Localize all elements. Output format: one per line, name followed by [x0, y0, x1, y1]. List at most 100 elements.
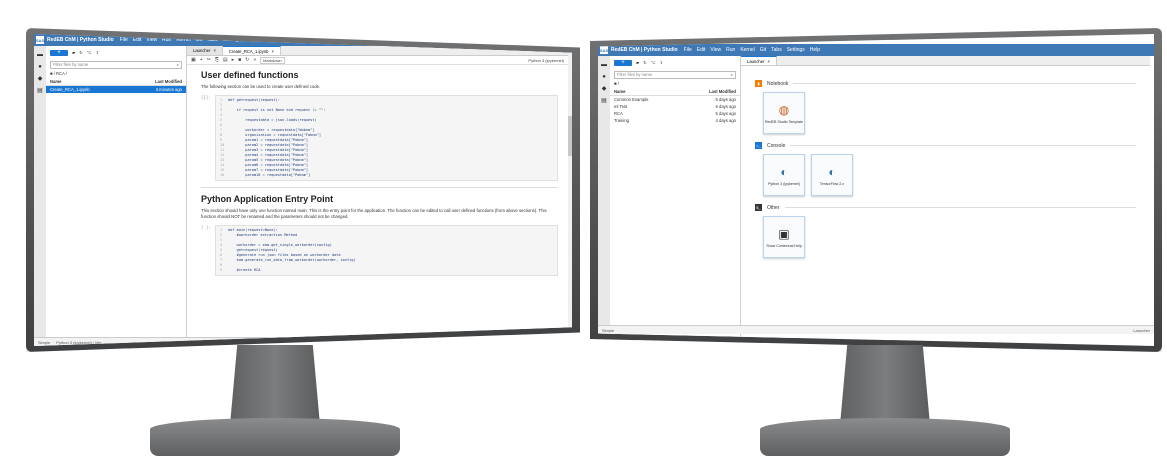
git-clone-icon[interactable]: ⌥ [651, 60, 656, 65]
kernel-name[interactable]: Python 3 (ipykernel) [528, 58, 564, 63]
upload-icon[interactable]: ⇪ [660, 60, 664, 65]
folder-modified: 6 days ago [715, 97, 737, 102]
folder-modified: 4 days ago [715, 118, 737, 123]
code-cell-1[interactable]: [1]: 1 def getrequest(request): 2 3 if requ… [201, 95, 558, 181]
search-icon: ⌕ [176, 62, 179, 67]
folder-row[interactable]: Common Example 6 days ago [610, 96, 740, 103]
folder-row[interactable]: RCA 6 days ago [610, 110, 740, 117]
line-text: #workorder extraction Method [228, 233, 298, 237]
new-folder-icon[interactable]: ▰ [636, 60, 639, 65]
folder-row[interactable]: Training 4 days ago [610, 117, 740, 124]
tab-launcher[interactable]: Launcher × [187, 46, 223, 55]
git-icon[interactable]: ◆ [37, 76, 43, 82]
git-icon[interactable]: ◆ [601, 86, 607, 92]
python-console-card[interactable]: ◐ Python 3 (ipykernel) [763, 154, 805, 196]
line-text: param6 = requestdata["Pobnm"] [228, 163, 309, 167]
tab-notebook[interactable]: Create_RCA_1.ipynb × [222, 46, 281, 55]
menu-edit[interactable]: Edit [133, 37, 142, 43]
file-row[interactable]: Create_RCA_1.ipynb 3 minutes ago [46, 86, 186, 93]
right-monitor-neck [840, 345, 930, 425]
running-icon[interactable]: ● [37, 64, 43, 70]
kernel-status: Python 3 (ipykernel) | Idle [56, 339, 102, 345]
refresh-icon[interactable]: ↻ [79, 50, 83, 55]
menu-settings[interactable]: Settings [787, 47, 805, 53]
tab-launcher[interactable]: Launcher × [741, 56, 777, 65]
notebook-section-label: Notebook [767, 80, 789, 87]
paste-icon[interactable]: ▤ [223, 57, 228, 63]
folder-icon[interactable]: ▬ [601, 62, 607, 68]
name-column-header[interactable]: Name [614, 89, 625, 94]
file-filter-input[interactable]: Filter files by name ⌕ [614, 71, 736, 79]
scrollbar-thumb[interactable] [568, 116, 572, 156]
breadcrumb[interactable]: ■ / RCA / [50, 71, 182, 76]
tensorflow-console-card[interactable]: ◐ TensorFlow 2.x [811, 154, 853, 196]
line-text: def main(request=None): [228, 228, 278, 232]
menu-file[interactable]: File [684, 47, 692, 53]
menu-view[interactable]: View [710, 47, 721, 53]
extension-icon[interactable]: ▤ [37, 88, 43, 94]
folder-row[interactable]: ml Test 6 days ago [610, 103, 740, 110]
menu-run[interactable]: Run [726, 47, 735, 53]
name-column-header[interactable]: Name [50, 79, 61, 84]
copy-icon[interactable]: ⎘ [215, 57, 219, 63]
status-file-name: Create_RCA_1.ipynb [530, 339, 568, 345]
launcher-panel: Launcher × ▮ Notebook ◍ RedEB Studio Temp… [741, 56, 1150, 338]
cell-type-select[interactable]: Markdown [260, 56, 285, 64]
file-name: Create_RCA_1.ipynb [50, 87, 90, 92]
code-editor[interactable]: 1 def main(request=None): 2 #workorder ext… [215, 225, 558, 276]
add-cell-icon[interactable]: + [200, 57, 203, 63]
card-label: TensorFlow 2.x [819, 181, 845, 186]
fast-forward-icon[interactable]: » [253, 57, 256, 63]
folder-icon[interactable]: ▬ [37, 52, 43, 58]
line-number: 16 [220, 173, 225, 177]
new-launcher-button[interactable]: + [614, 59, 632, 66]
simple-mode-toggle[interactable]: Simple [602, 328, 614, 333]
modified-column-header[interactable]: Last Modified [709, 89, 736, 94]
tab-notebook-label: Create_RCA_1.ipynb [228, 48, 269, 54]
upload-icon[interactable]: ⇪ [96, 50, 100, 55]
running-icon[interactable]: ● [601, 74, 607, 80]
code-cell-2[interactable]: [ ]: 1 def main(request=None): 2 #workorde… [201, 225, 558, 276]
restart-icon[interactable]: ↻ [245, 57, 249, 63]
cut-icon[interactable]: ✂ [207, 57, 211, 63]
launcher: ▮ Notebook ◍ RedEB Studio Template >_ Co… [741, 66, 1150, 268]
close-icon[interactable]: × [213, 48, 215, 53]
new-launcher-button[interactable]: + [50, 49, 68, 56]
code-line: 9 #create RCA [220, 268, 553, 273]
file-modified: 3 minutes ago [155, 87, 182, 92]
menu-tabs[interactable]: Tabs [771, 47, 782, 53]
menu-help[interactable]: Help [810, 47, 820, 53]
close-icon[interactable]: × [767, 59, 769, 64]
scrollbar[interactable] [568, 46, 572, 338]
menu-kernel[interactable]: Kernel [740, 47, 754, 53]
new-folder-icon[interactable]: ▰ [72, 50, 75, 55]
extension-icon[interactable]: ▤ [601, 98, 607, 104]
modified-column-header[interactable]: Last Modified [155, 79, 182, 84]
menu-edit[interactable]: Edit [697, 47, 706, 53]
python-icon: ◐ [828, 164, 836, 179]
contextual-help-card[interactable]: ▣ Show Contextual Help [763, 216, 805, 258]
code-editor[interactable]: 1 def getrequest(request): 2 3 if request i… [215, 95, 558, 181]
menu-file[interactable]: File [120, 37, 128, 43]
line-text: workorder = requestdata["Wobnm"] [228, 128, 315, 132]
status-bar: Simple Launcher [598, 325, 1154, 334]
notebook-template-card[interactable]: ◍ RedEB Studio Template [763, 92, 805, 134]
close-icon[interactable]: × [272, 49, 274, 54]
file-filter-input[interactable]: Filter files by name ⌕ [50, 61, 182, 69]
stop-icon[interactable]: ■ [238, 57, 241, 63]
left-monitor-neck [230, 345, 320, 425]
simple-mode-toggle[interactable]: Simple [38, 340, 50, 345]
line-text: eam.generate_run_data_from_workorder(wor… [228, 258, 356, 262]
app-logo: SAS [35, 36, 45, 44]
refresh-icon[interactable]: ↻ [643, 60, 647, 65]
search-icon: ⌕ [730, 72, 733, 77]
save-icon[interactable]: ▣ [191, 57, 196, 63]
menu-git[interactable]: Git [760, 47, 766, 53]
line-text: if request is not None and request != ""… [228, 108, 326, 112]
git-clone-icon[interactable]: ⌥ [87, 50, 92, 55]
heading-user-defined: User defined functions [201, 70, 299, 80]
folder-modified: 6 days ago [715, 104, 737, 109]
breadcrumb[interactable]: ■ / [614, 81, 736, 86]
run-icon[interactable]: ▸ [232, 57, 235, 63]
app-name: RedEB ChM | Python Studio [611, 47, 678, 53]
